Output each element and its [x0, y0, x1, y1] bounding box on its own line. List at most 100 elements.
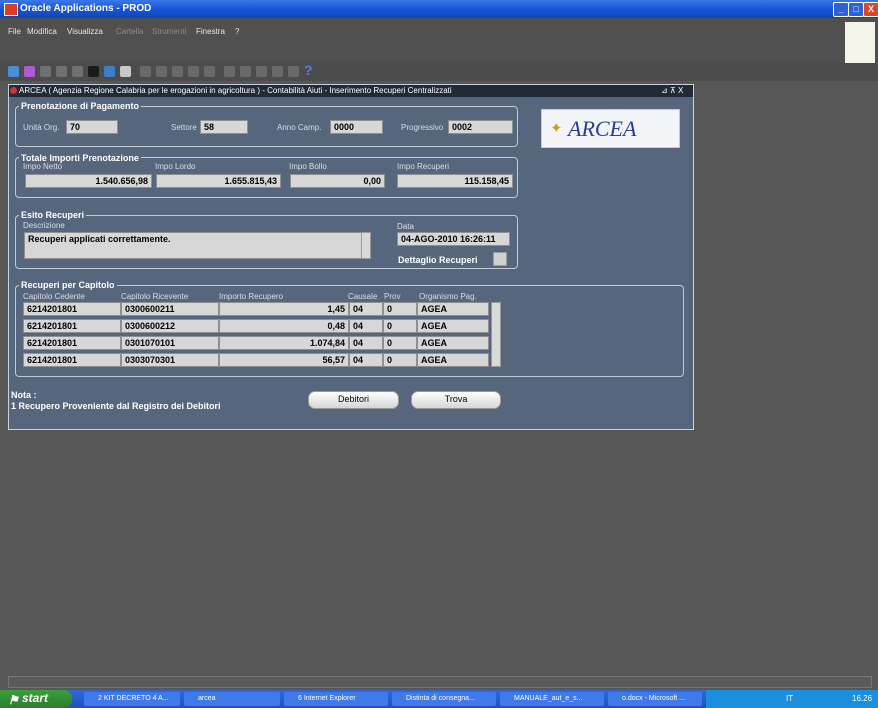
- col-prov: Prov: [384, 292, 401, 301]
- trova-button[interactable]: Trova: [411, 391, 501, 409]
- cell-importo-recupero[interactable]: 56,57: [219, 353, 349, 367]
- start-label: start: [22, 691, 49, 705]
- arcea-logo: ✦ ARCEA: [541, 109, 680, 148]
- cell-capitolo-ricevente[interactable]: 0300600212: [121, 319, 219, 333]
- capitolo-scrollbar[interactable]: [491, 302, 501, 367]
- start-button[interactable]: ⚑ start: [0, 690, 72, 708]
- close-form-icon[interactable]: [120, 66, 131, 77]
- taskbar-item-word-doc[interactable]: o.docx - Microsoft ...: [608, 692, 702, 706]
- impo-lordo-field[interactable]: 1.655.815,43: [156, 174, 281, 188]
- menu-bar: [0, 18, 878, 63]
- cell-organismo-pag[interactable]: AGEA: [417, 336, 489, 350]
- logo-star-icon: ✦: [550, 120, 563, 137]
- menu-cartella[interactable]: Cartella: [116, 27, 144, 36]
- menu-help[interactable]: ?: [235, 27, 239, 36]
- form-window-controls[interactable]: ⊿ ⊼ X: [661, 86, 683, 95]
- paste-icon[interactable]: [172, 66, 183, 77]
- next-step-icon[interactable]: [72, 66, 83, 77]
- toolbar: [0, 63, 878, 81]
- delete-icon[interactable]: [204, 66, 215, 77]
- minimize-button[interactable]: _: [833, 2, 849, 17]
- new-icon[interactable]: [8, 66, 19, 77]
- taskbar-item-kit-decreto[interactable]: 2 KIT DECRETO 4 A...: [84, 692, 180, 706]
- descrizione-scrollbar[interactable]: [361, 232, 371, 259]
- copy-icon[interactable]: [156, 66, 167, 77]
- menu-file[interactable]: File: [8, 27, 21, 36]
- close-button[interactable]: X: [863, 2, 878, 17]
- clock: 16.26: [852, 694, 873, 703]
- impo-recuperi-field[interactable]: 115.158,45: [397, 174, 513, 188]
- anno-camp-label: Anno Camp.: [277, 123, 322, 132]
- cell-causale[interactable]: 04: [349, 336, 383, 350]
- cell-prov[interactable]: 0: [383, 302, 417, 316]
- cell-importo-recupero[interactable]: 0,48: [219, 319, 349, 333]
- cell-organismo-pag[interactable]: AGEA: [417, 302, 489, 316]
- cell-capitolo-ricevente[interactable]: 0303070301: [121, 353, 219, 367]
- descrizione-label: Descrizione: [23, 221, 65, 230]
- progressivo-label: Progressivo: [401, 123, 444, 132]
- impo-netto-label: Impo Netto: [23, 162, 63, 171]
- system-tray: IT 16.26: [706, 690, 878, 708]
- oracle-app-icon: [4, 3, 18, 16]
- anno-camp-field[interactable]: 0000: [330, 120, 383, 134]
- switch-resp-icon[interactable]: [88, 66, 99, 77]
- cell-prov[interactable]: 0: [383, 353, 417, 367]
- find-icon[interactable]: [24, 66, 35, 77]
- impo-lordo-label: Impo Lordo: [155, 162, 196, 171]
- col-organismo-pag: Organismo Pag.: [419, 292, 477, 301]
- edit-field-icon[interactable]: [224, 66, 235, 77]
- taskbar-item-manuale[interactable]: MANUALE_aut_e_s...: [500, 692, 604, 706]
- window-title: Oracle Applications - PROD: [20, 3, 152, 14]
- help-icon[interactable]: ?: [304, 62, 313, 78]
- menu-finestra[interactable]: Finestra: [196, 27, 225, 36]
- maximize-button[interactable]: □: [848, 2, 864, 17]
- nota-label: Nota :: [11, 390, 37, 400]
- taskbar-item-internet-explorer[interactable]: 6 Internet Explorer: [284, 692, 388, 706]
- clear-record-icon[interactable]: [188, 66, 199, 77]
- cell-importo-recupero[interactable]: 1.074,84: [219, 336, 349, 350]
- col-capitolo-cedente: Capitolo Cedente: [23, 292, 85, 301]
- cell-causale[interactable]: 04: [349, 353, 383, 367]
- agea-corner-logo: [845, 22, 875, 64]
- descrizione-field[interactable]: Recuperi applicati correttamente.: [24, 232, 371, 259]
- impo-netto-field[interactable]: 1.540.656,98: [25, 174, 152, 188]
- unita-org-field[interactable]: 70: [66, 120, 118, 134]
- cell-capitolo-ricevente[interactable]: 0300600211: [121, 302, 219, 316]
- cell-organismo-pag[interactable]: AGEA: [417, 353, 489, 367]
- translations-icon[interactable]: [256, 66, 267, 77]
- cell-causale[interactable]: 04: [349, 302, 383, 316]
- status-bar: [8, 676, 872, 688]
- menu-strumenti[interactable]: Strumenti: [152, 27, 186, 36]
- cell-prov[interactable]: 0: [383, 336, 417, 350]
- language-indicator[interactable]: IT: [786, 694, 793, 703]
- attachments-icon[interactable]: [272, 66, 283, 77]
- cell-capitolo-cedente[interactable]: 6214201801: [23, 336, 121, 350]
- navigator-icon[interactable]: [40, 66, 51, 77]
- cell-organismo-pag[interactable]: AGEA: [417, 319, 489, 333]
- settore-field[interactable]: 58: [200, 120, 248, 134]
- capitolo-title: Recuperi per Capitolo: [19, 280, 117, 290]
- debitori-button[interactable]: Debitori: [308, 391, 399, 409]
- cut-icon[interactable]: [140, 66, 151, 77]
- dettaglio-recuperi-checkbox[interactable]: [493, 252, 507, 266]
- cell-capitolo-cedente[interactable]: 6214201801: [23, 353, 121, 367]
- impo-bollo-field[interactable]: 0,00: [290, 174, 385, 188]
- cell-prov[interactable]: 0: [383, 319, 417, 333]
- data-field[interactable]: 04-AGO-2010 16:26:11: [397, 232, 510, 246]
- cell-causale[interactable]: 04: [349, 319, 383, 333]
- taskbar-item-arcea[interactable]: arcea: [184, 692, 280, 706]
- menu-modifica[interactable]: Modifica: [27, 27, 57, 36]
- taskbar-item-distinta[interactable]: Distinta di consegna...: [392, 692, 496, 706]
- prenotazione-title: Prenotazione di Pagamento: [19, 101, 142, 111]
- save-icon[interactable]: [56, 66, 67, 77]
- esito-title: Esito Recuperi: [19, 210, 87, 220]
- zoom-icon[interactable]: [240, 66, 251, 77]
- cell-capitolo-ricevente[interactable]: 0301070101: [121, 336, 219, 350]
- cell-capitolo-cedente[interactable]: 6214201801: [23, 319, 121, 333]
- folder-tools-icon[interactable]: [288, 66, 299, 77]
- cell-capitolo-cedente[interactable]: 6214201801: [23, 302, 121, 316]
- progressivo-field[interactable]: 0002: [448, 120, 513, 134]
- cell-importo-recupero[interactable]: 1,45: [219, 302, 349, 316]
- print-icon[interactable]: [104, 66, 115, 77]
- menu-visualizza[interactable]: Visualizza: [67, 27, 103, 36]
